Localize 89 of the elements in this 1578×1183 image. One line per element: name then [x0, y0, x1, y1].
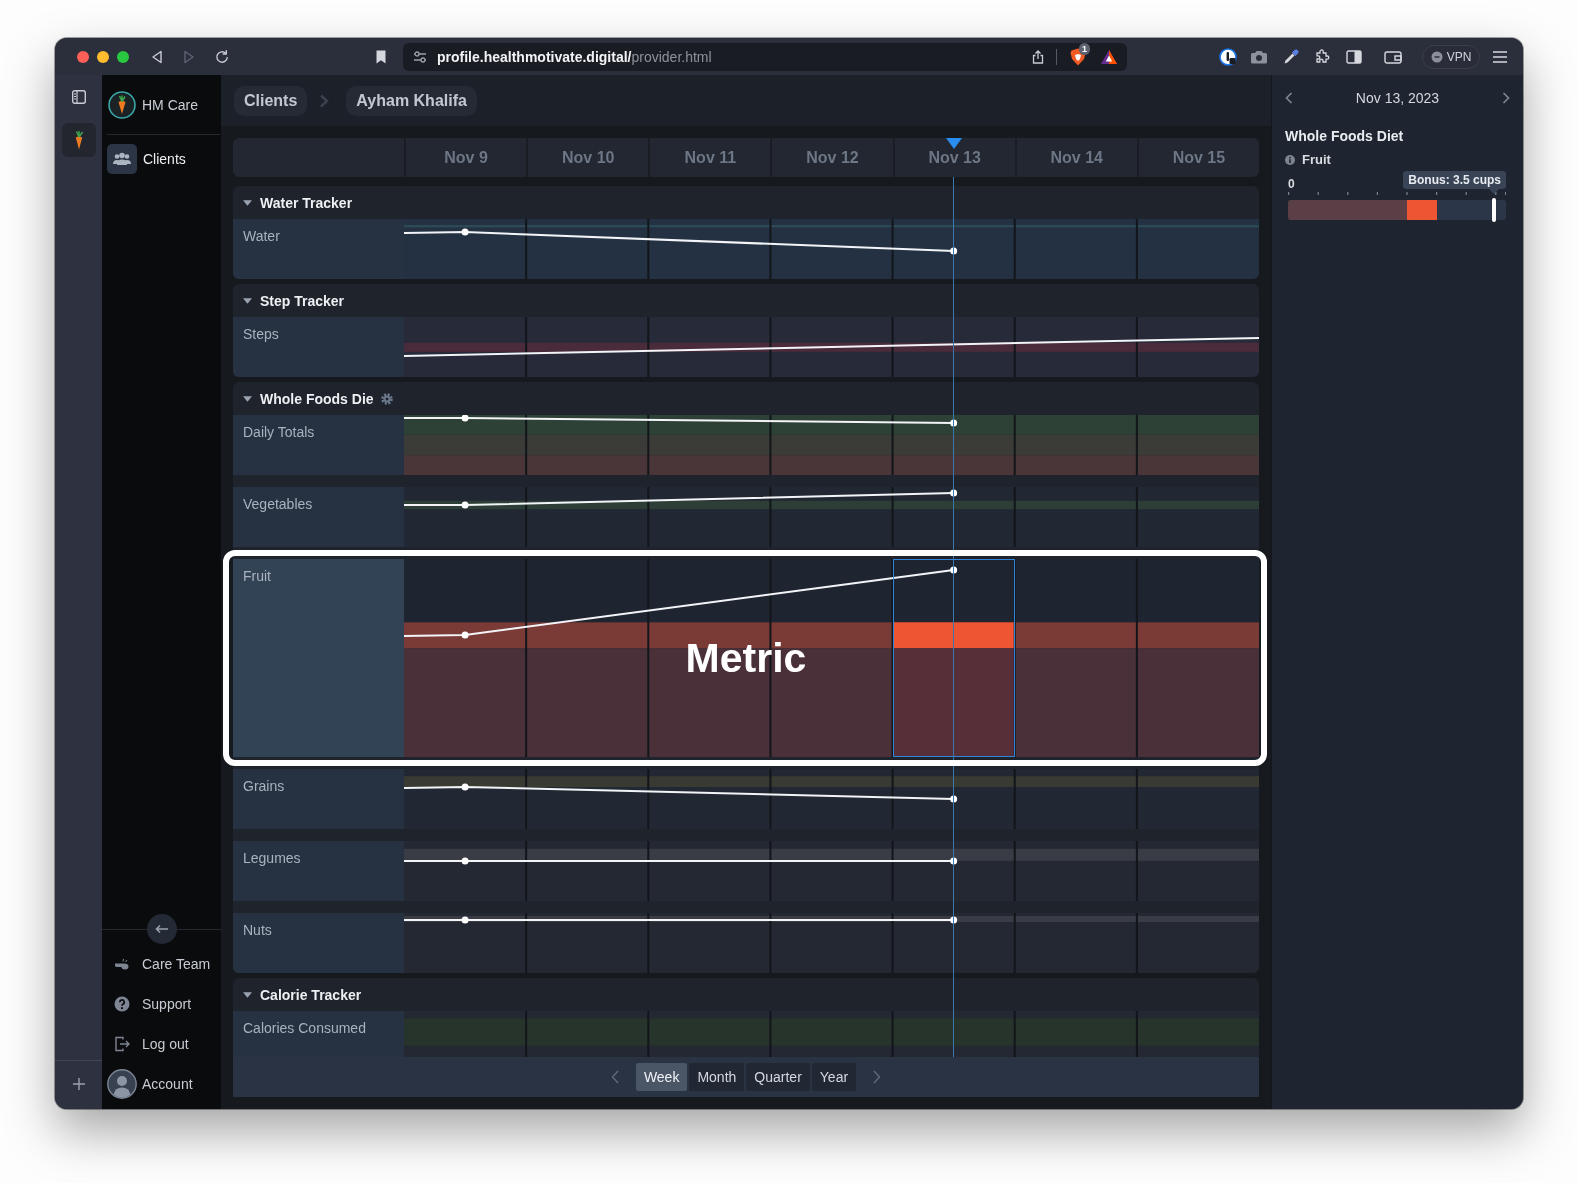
nav-item[interactable]: Clients: [107, 144, 213, 174]
people-icon: [107, 144, 137, 174]
data-point: [461, 228, 469, 236]
data-point: [461, 631, 469, 639]
whistle-icon: [114, 956, 130, 972]
group-toggle[interactable]: Whole Foods Die: [243, 390, 374, 407]
group-toggle[interactable]: Step Tracker: [243, 292, 345, 309]
scale-min-label: 0: [1288, 178, 1295, 191]
metric-name: Fruit: [1302, 152, 1331, 167]
url-text[interactable]: profile.healthmotivate.digital/provider.html: [437, 48, 712, 65]
plus-icon[interactable]: [72, 1078, 85, 1090]
menu-icon[interactable]: [1493, 50, 1507, 63]
slider-thumb[interactable]: [1492, 198, 1496, 222]
puzzle-icon[interactable]: [1314, 48, 1330, 65]
eyedropper-icon[interactable]: [1283, 48, 1299, 65]
data-point: [461, 916, 469, 924]
data-point: [461, 501, 469, 509]
bonus-range-band: [1407, 200, 1437, 220]
triangle-icon[interactable]: [1100, 48, 1118, 65]
info-icon: [1285, 154, 1295, 165]
sidebar-toggle-icon[interactable]: [71, 90, 86, 104]
chevron-right-icon: [873, 1070, 882, 1084]
metric-row-label[interactable]: Daily Totals: [233, 415, 404, 475]
callout-label: Metric: [685, 637, 807, 679]
avatar-icon: [107, 1069, 137, 1099]
range-tab[interactable]: Week: [635, 1063, 688, 1091]
bookmark-icon[interactable]: [375, 49, 387, 64]
previous-day-button[interactable]: [1285, 92, 1293, 104]
sidebar-menu-item[interactable]: Log out: [102, 1024, 221, 1064]
app-tile-button[interactable]: [61, 123, 96, 157]
range-tab[interactable]: Year: [811, 1063, 857, 1091]
metric-row-label[interactable]: Legumes: [233, 841, 404, 901]
circle-lock-icon[interactable]: [1219, 47, 1237, 66]
range-tab[interactable]: Month: [689, 1063, 745, 1091]
day-column-header: Nov 11: [648, 138, 771, 177]
group-toggle[interactable]: Calorie Tracker: [243, 986, 362, 1003]
metric-row-label[interactable]: Grains: [233, 769, 404, 829]
chevron-left-icon: [610, 1070, 619, 1084]
metric-row-label[interactable]: Water: [233, 219, 404, 279]
logout-icon: [114, 1036, 130, 1052]
day-column-header: Nov 10: [526, 138, 649, 177]
wallet-icon[interactable]: [1384, 49, 1402, 64]
breadcrumb-item[interactable]: Clients: [234, 85, 308, 116]
share-icon[interactable]: [1032, 49, 1044, 64]
arrow-left-icon: [154, 924, 169, 934]
breadcrumb-item[interactable]: Ayham Khalifa: [346, 85, 477, 116]
day-column-header: Nov 15: [1136, 138, 1259, 177]
data-point: [461, 415, 469, 422]
site-settings-icon[interactable]: [413, 50, 427, 63]
next-day-button[interactable]: [1502, 92, 1510, 104]
slider-track[interactable]: [1288, 200, 1506, 220]
metric-row-label[interactable]: Steps: [233, 317, 404, 377]
help-icon: [114, 996, 130, 1012]
metric-row-label[interactable]: Vegetables: [233, 487, 404, 547]
address-bar[interactable]: profile.healthmotivate.digital/provider.html 1: [403, 42, 1127, 71]
vpn-button[interactable]: VPN: [1422, 44, 1480, 69]
sidebar-panel-icon[interactable]: [1346, 49, 1362, 64]
metric-row-label[interactable]: Nuts: [233, 913, 404, 973]
camera-icon[interactable]: [1250, 49, 1268, 64]
carrot-logo-icon: [108, 91, 136, 119]
selected-date: Nov 13, 2023: [1355, 90, 1440, 106]
selected-day-cell[interactable]: [892, 559, 1015, 757]
tooltip-pointer: [1489, 189, 1499, 194]
sidebar-menu-item[interactable]: Account: [102, 1064, 221, 1104]
current-day-marker[interactable]: [945, 138, 962, 149]
back-icon[interactable]: [150, 49, 164, 64]
brand-name: HM Care: [142, 97, 198, 113]
count-badge: 1: [1079, 42, 1090, 55]
day-column-header: Nov 12: [770, 138, 893, 177]
settings-icon[interactable]: [380, 392, 393, 405]
window-minimize-button[interactable]: [97, 50, 109, 63]
sidebar-menu-item[interactable]: Support: [102, 984, 221, 1024]
window-zoom-button[interactable]: [117, 50, 129, 63]
window-close-button[interactable]: [77, 50, 89, 63]
metric-row-label[interactable]: Calories Consumed: [233, 1011, 404, 1057]
day-column-header: Nov 14: [1014, 138, 1137, 177]
day-column-header: Nov 9: [404, 138, 527, 177]
chevron-left-icon: [1285, 92, 1293, 104]
metric-row-label[interactable]: Fruit: [233, 559, 404, 757]
data-point: [461, 783, 469, 791]
chevron-right-icon: [1502, 92, 1510, 104]
collapse-sidebar-button[interactable]: [146, 914, 177, 944]
range-tab[interactable]: Quarter: [746, 1063, 810, 1091]
data-point: [461, 857, 469, 865]
reload-icon[interactable]: [215, 49, 229, 64]
chevron-right-icon: [319, 93, 330, 108]
group-toggle[interactable]: Water Tracker: [243, 194, 353, 211]
panel-title: Whole Foods Diet: [1285, 128, 1404, 145]
sidebar-menu-item[interactable]: Care Team: [102, 944, 221, 984]
